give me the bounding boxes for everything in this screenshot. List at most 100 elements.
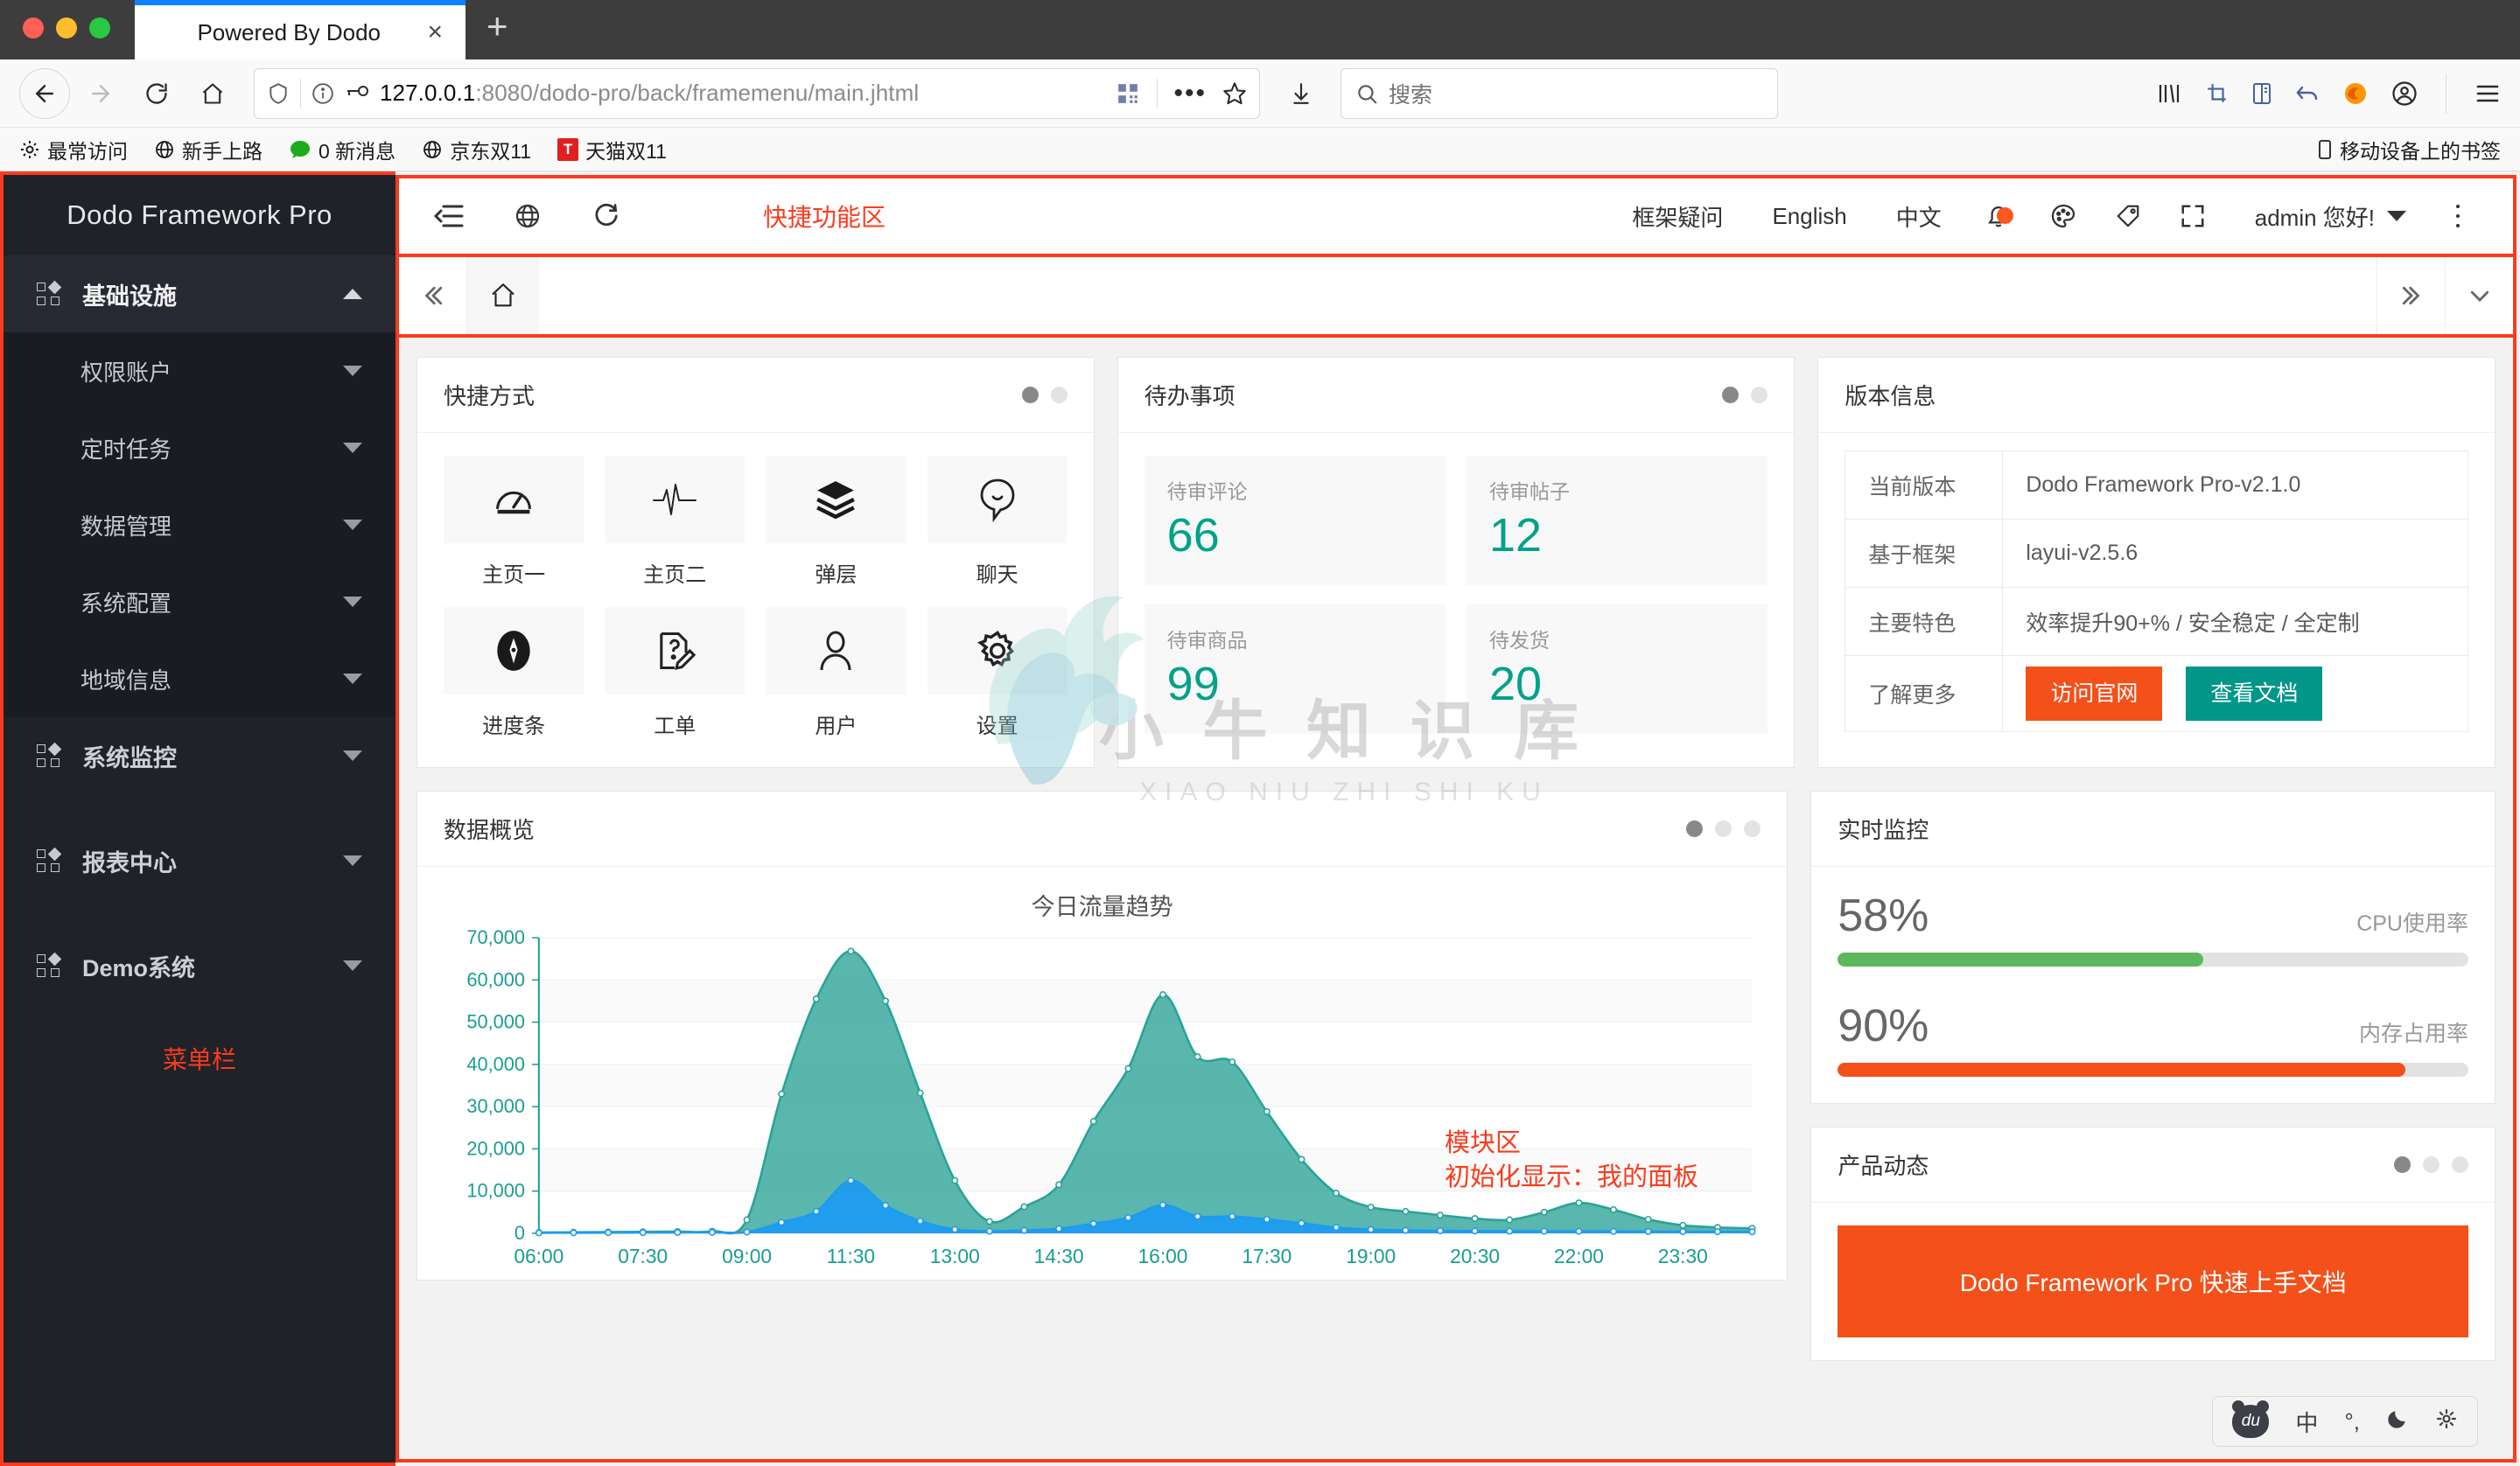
- fullscreen-icon[interactable]: [2160, 203, 2225, 229]
- minimize-window-button[interactable]: [56, 17, 77, 38]
- home-button[interactable]: [187, 68, 238, 119]
- promo-banner[interactable]: Dodo Framework Pro 快速上手文档: [1838, 1225, 2468, 1337]
- tabstrip-prev-button[interactable]: [399, 257, 467, 334]
- carousel-dot[interactable]: [1722, 387, 1740, 403]
- info-icon[interactable]: [312, 82, 334, 105]
- shortcut-settings[interactable]: 设置: [927, 607, 1068, 739]
- account-avatar-icon[interactable]: [2391, 80, 2418, 107]
- ime-mode-chinese[interactable]: 中: [2295, 1406, 2318, 1438]
- bookmark-mobile-folder[interactable]: 移动设备上的书签: [2317, 135, 2501, 164]
- tab-home[interactable]: [467, 257, 539, 334]
- carousel-dot[interactable]: [1744, 820, 1761, 837]
- bookmark-jd[interactable]: 京东双11: [422, 135, 531, 164]
- todo-item-pending-products[interactable]: 待审商品 99: [1144, 604, 1446, 734]
- topbar-link-chinese[interactable]: 中文: [1872, 200, 1966, 233]
- shortcut-home-two[interactable]: 主页二: [605, 456, 746, 588]
- bell-icon[interactable]: [1966, 202, 2031, 230]
- view-docs-button[interactable]: 查看文档: [2186, 667, 2323, 721]
- ime-punctuation-toggle[interactable]: °,: [2344, 1408, 2360, 1435]
- carousel-dot[interactable]: [2452, 1156, 2468, 1173]
- card-head-todo: 待办事项: [1117, 358, 1795, 433]
- carousel-dot[interactable]: [2423, 1156, 2440, 1173]
- todo-item-pending-posts[interactable]: 待审帖子 12: [1466, 456, 1768, 585]
- card-body-monitor: 58% CPU使用率 90% 内存占用率: [1811, 867, 2495, 1103]
- bookmark-tmall[interactable]: T 天猫双11: [557, 135, 667, 164]
- bookmark-newbie[interactable]: 新手上路: [154, 135, 262, 164]
- chevron-down-icon: [2387, 211, 2406, 221]
- shortcut-ticket[interactable]: 工单: [605, 607, 746, 739]
- carousel-dots: [1686, 820, 1761, 837]
- gear-icon[interactable]: [2435, 1407, 2458, 1436]
- visit-site-button[interactable]: 访问官网: [2026, 667, 2163, 721]
- tabstrip-next-button[interactable]: [2376, 257, 2445, 334]
- sidebar-item-system-config[interactable]: 系统配置: [4, 563, 396, 640]
- new-tab-button[interactable]: +: [486, 5, 508, 59]
- forward-button[interactable]: [75, 68, 126, 119]
- more-actions-icon[interactable]: •••: [1168, 79, 1212, 108]
- key-icon[interactable]: [345, 84, 369, 103]
- close-window-button[interactable]: [23, 17, 44, 38]
- topbar-link-faq[interactable]: 框架疑问: [1607, 200, 1747, 233]
- maximize-window-button[interactable]: [89, 17, 110, 38]
- sidebar-item-permission-account[interactable]: 权限账户: [4, 332, 396, 409]
- tabstrip-dropdown-button[interactable]: [2445, 257, 2513, 334]
- shortcut-layer[interactable]: 弹层: [766, 456, 906, 588]
- todo-item-pending-shipment[interactable]: 待发货 20: [1466, 604, 1768, 734]
- shortcut-progress[interactable]: 进度条: [444, 607, 584, 739]
- user-menu[interactable]: admin 您好!: [2225, 200, 2426, 233]
- shortcut-home-one[interactable]: 主页一: [444, 456, 584, 588]
- reload-button[interactable]: [131, 68, 182, 119]
- refresh-icon[interactable]: [579, 189, 634, 243]
- carousel-dot[interactable]: [2394, 1156, 2411, 1173]
- search-input[interactable]: 搜索: [1389, 78, 1432, 109]
- bookmark-star-icon[interactable]: [1222, 81, 1247, 106]
- svg-text:09:00: 09:00: [722, 1245, 772, 1267]
- sidebar-item-scheduled-task[interactable]: 定时任务: [4, 409, 396, 486]
- tag-icon[interactable]: [2096, 203, 2160, 229]
- qrcode-icon[interactable]: [1116, 82, 1139, 105]
- globe-icon[interactable]: [500, 189, 555, 243]
- url-bar[interactable]: 127.0.0.1:8080/dodo-pro/back/framemenu/m…: [254, 67, 1260, 119]
- reader-view-icon[interactable]: [2251, 81, 2272, 106]
- shortcut-chat[interactable]: 聊天: [927, 456, 1068, 588]
- shortcut-user[interactable]: 用户: [766, 607, 906, 739]
- cpu-usage-value: 58%: [1838, 890, 1929, 941]
- monitor-row-cpu: 58% CPU使用率: [1838, 890, 2468, 967]
- sidebar-item-data-management[interactable]: 数据管理: [4, 486, 396, 563]
- sidebar-item-demo-system[interactable]: Demo系统: [4, 927, 396, 1004]
- todo-item-pending-comments[interactable]: 待审评论 66: [1144, 456, 1446, 585]
- back-button[interactable]: [19, 67, 70, 119]
- browser-tab[interactable]: Powered By Dodo ×: [135, 0, 466, 59]
- carousel-dot[interactable]: [1715, 820, 1732, 837]
- sidebar-item-region-info[interactable]: 地域信息: [4, 640, 396, 717]
- hamburger-menu-icon[interactable]: [2474, 82, 2501, 105]
- sidebar-item-report-center[interactable]: 报表中心: [4, 822, 396, 899]
- bookmark-most-visited[interactable]: 最常访问: [19, 135, 128, 164]
- sidebar-item-system-monitor[interactable]: 系统监控: [4, 717, 396, 794]
- carousel-dot[interactable]: [1751, 387, 1768, 403]
- search-bar[interactable]: 搜索: [1340, 67, 1778, 119]
- undo-icon[interactable]: [2295, 82, 2320, 105]
- library-icon[interactable]: [2157, 81, 2183, 106]
- screenshot-icon[interactable]: [2206, 82, 2229, 105]
- menu-fold-icon[interactable]: [422, 189, 476, 243]
- todo-value: 20: [1489, 658, 1543, 710]
- carousel-dot[interactable]: [1021, 387, 1039, 403]
- shortcut-label: 工单: [654, 715, 696, 738]
- downloads-button[interactable]: [1276, 68, 1326, 119]
- svg-text:11:30: 11:30: [827, 1245, 875, 1267]
- more-vertical-icon[interactable]: [2426, 202, 2490, 230]
- close-tab-icon[interactable]: ×: [420, 19, 450, 45]
- carousel-dot[interactable]: [1050, 387, 1068, 403]
- carousel-dot[interactable]: [1686, 820, 1704, 837]
- moon-icon[interactable]: [2386, 1407, 2409, 1436]
- palette-icon[interactable]: [2031, 202, 2096, 230]
- dashboard-row-2: 数据概览 今日流量趋势 0 10,000 20,000 30,000 40,000 50,…: [416, 791, 2496, 1361]
- sidebar-item-infrastructure[interactable]: 基础设施: [4, 255, 396, 332]
- bookmark-messages[interactable]: 0 新消息: [289, 135, 396, 164]
- baidu-ime-icon[interactable]: du: [2232, 1400, 2270, 1438]
- firefox-account-icon[interactable]: [2342, 80, 2369, 107]
- topbar-link-english[interactable]: English: [1747, 203, 1871, 230]
- svg-text:14:30: 14:30: [1034, 1245, 1084, 1267]
- sidebar-logo[interactable]: Dodo Framework Pro: [4, 175, 396, 255]
